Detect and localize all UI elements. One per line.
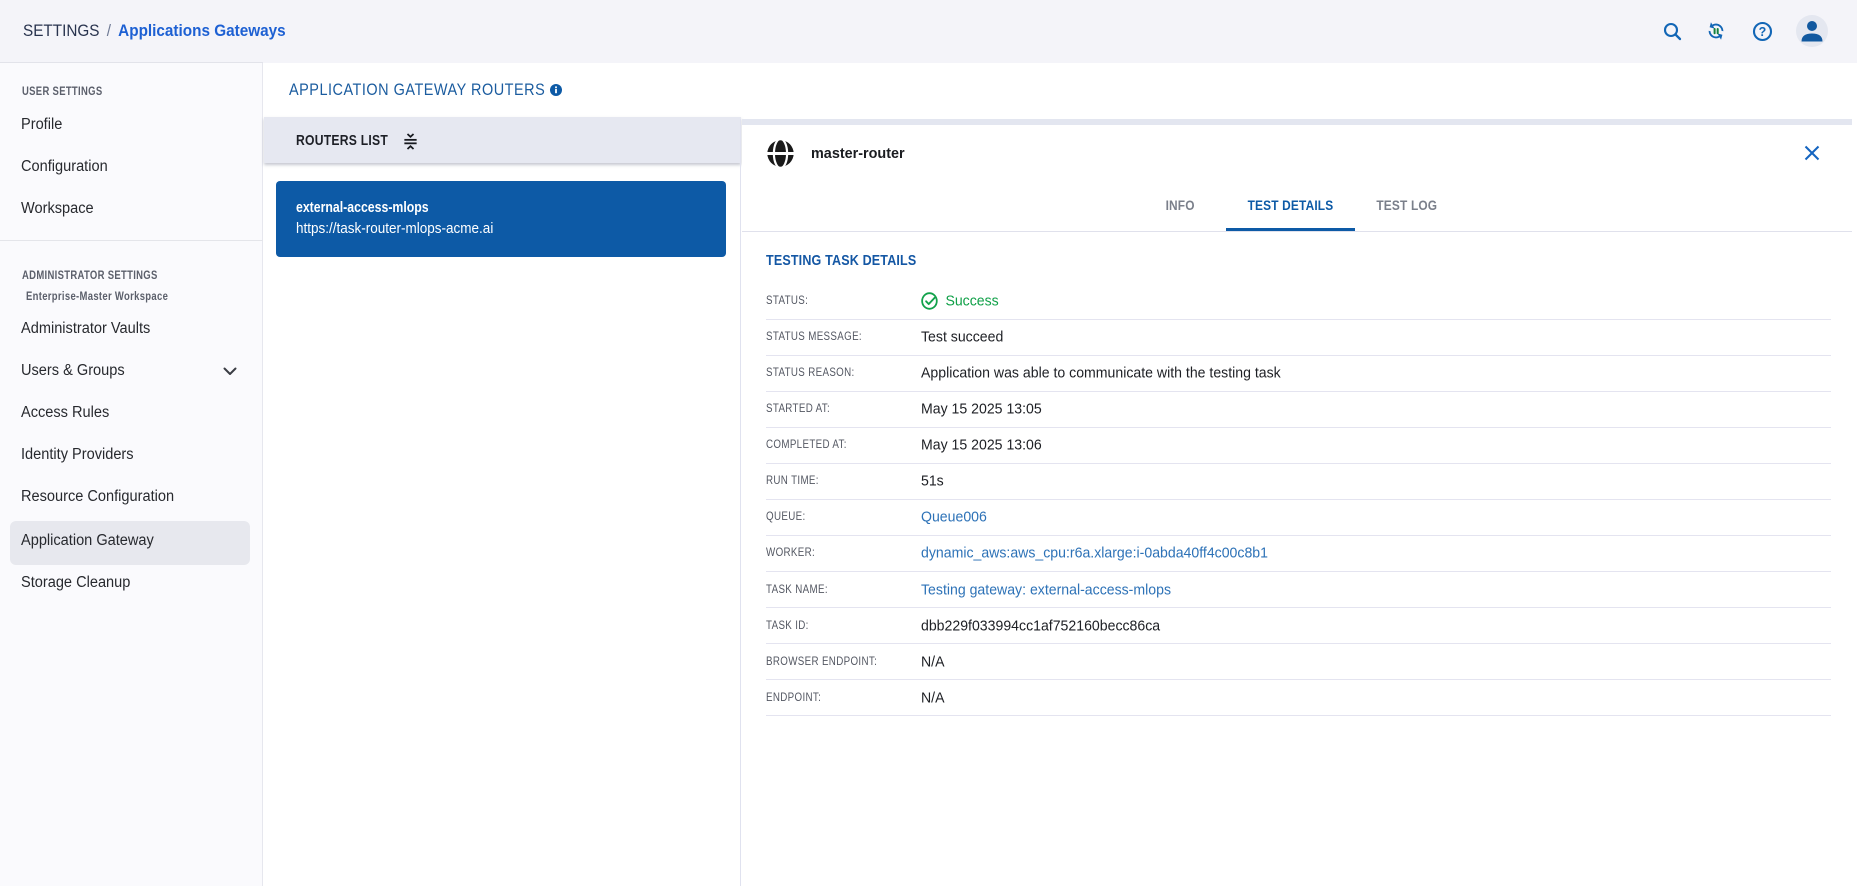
svg-text:?: ? <box>1759 25 1767 39</box>
